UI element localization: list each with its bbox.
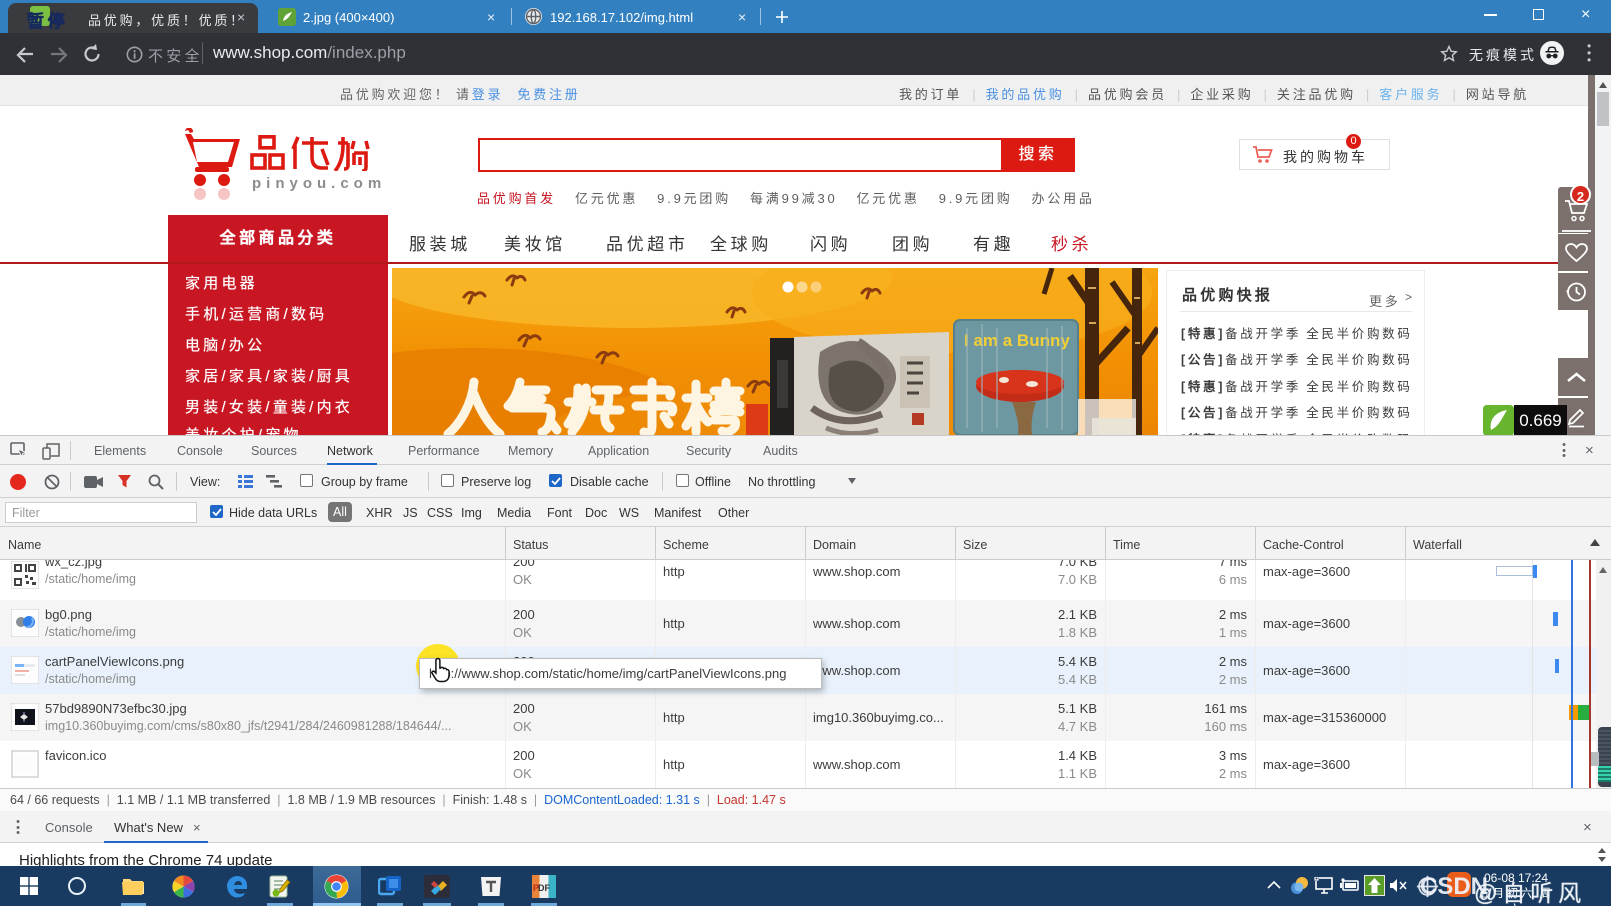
svg-text:DF: DF — [538, 883, 550, 893]
svg-text:I am a Bunny: I am a Bunny — [964, 331, 1070, 350]
